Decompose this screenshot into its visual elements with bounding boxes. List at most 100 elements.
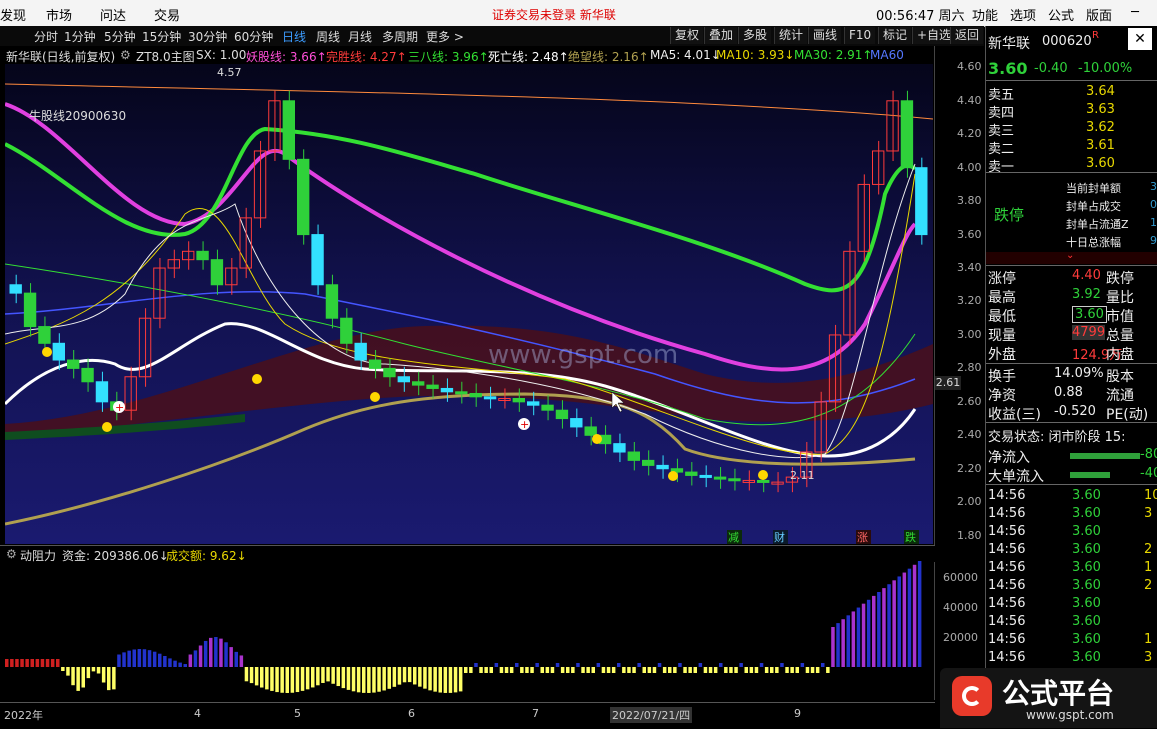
tick-price: 3.60 <box>1072 632 1101 647</box>
seal-value: 1 <box>1150 216 1157 229</box>
period-tab-5m[interactable]: 5分钟 <box>104 28 136 45</box>
menu-item-options[interactable]: 选项 <box>1010 5 1036 24</box>
overlay-button[interactable]: 叠加 <box>704 27 738 44</box>
momentum-bar <box>260 667 264 688</box>
x-label-highlight: 2022/07/21/四 <box>610 707 693 723</box>
period-tab-more[interactable]: 更多 > <box>426 28 464 45</box>
period-tab-1m[interactable]: 1分钟 <box>64 28 96 45</box>
signal-dot <box>758 470 768 480</box>
menu-item-layout[interactable]: 版面 <box>1086 5 1112 24</box>
period-tab-multi[interactable]: 多周期 <box>382 28 418 45</box>
menu-bar: 发现 市场 问达 交易 证券交易未登录 新华联 00:56:47 周六 功能 选… <box>0 0 1157 27</box>
tick-time: 14:56 <box>988 614 1026 629</box>
y-tick-label: 3.00 <box>957 327 982 341</box>
menu-item-wenda[interactable]: 问达 <box>100 5 126 24</box>
candle <box>426 384 439 389</box>
tick-price: 3.60 <box>1072 650 1101 665</box>
momentum-subchart[interactable] <box>5 561 933 701</box>
menu-item-market[interactable]: 市场 <box>46 5 72 24</box>
ask-price: 3.64 <box>1086 84 1115 99</box>
period-tab-fenshi[interactable]: 分时 <box>34 28 58 45</box>
plus-marker-icon[interactable]: + <box>518 418 530 431</box>
menu-item-function[interactable]: 功能 <box>972 5 998 24</box>
momentum-bar <box>397 667 402 685</box>
y-tick-label: 3.80 <box>957 194 982 208</box>
period-tab-week[interactable]: 周线 <box>316 28 340 45</box>
period-tab-60m[interactable]: 60分钟 <box>234 28 273 45</box>
f10-button[interactable]: F10 <box>844 27 876 44</box>
draw-line-button[interactable]: 画线 <box>808 27 842 44</box>
momentum-bar <box>270 667 274 691</box>
close-icon[interactable]: ✕ <box>1128 28 1152 50</box>
momentum-bar <box>209 637 213 667</box>
period-tab-day[interactable]: 日线 <box>282 28 306 45</box>
plus-marker-icon[interactable]: + <box>113 401 125 414</box>
mark-button[interactable]: 标记 <box>878 27 912 44</box>
momentum-bar <box>316 667 320 686</box>
fuquan-button[interactable]: 复权 <box>670 27 704 44</box>
candlestick-chart[interactable]: 牛股线20900630 4.57 2.11 + + 减 财 涨 跌 <box>5 64 933 544</box>
marker-die[interactable]: 跌 <box>905 530 916 544</box>
candle <box>67 359 80 369</box>
chart-title: 新华联(日线,前复权) <box>6 50 116 64</box>
seal-value: 38 <box>1150 180 1157 193</box>
momentum-bar <box>285 667 289 693</box>
indicator-wansheng: 完胜线: 4.27↑ <box>326 50 407 64</box>
candle <box>297 158 310 236</box>
logo-url: www.gspt.com <box>1026 708 1114 722</box>
tick-price: 3.60 <box>1072 506 1101 521</box>
candle <box>527 401 540 406</box>
momentum-bar <box>484 667 488 673</box>
candle <box>483 396 497 400</box>
momentum-bar <box>637 663 641 667</box>
momentum-bar <box>846 615 850 667</box>
period-tab-month[interactable]: 月线 <box>348 28 372 45</box>
multi-stock-button[interactable]: 多股 <box>738 27 772 44</box>
momentum-bar <box>586 667 590 673</box>
period-tab-30m[interactable]: 30分钟 <box>188 28 227 45</box>
seal-value: 9. <box>1150 234 1157 247</box>
sub-gear-icon[interactable]: ⚙ <box>6 547 17 561</box>
momentum-bar <box>341 667 346 689</box>
indicator-sanba: 三八线: 3.96↑ <box>408 50 489 64</box>
y-tick-label: 1.80 <box>957 528 982 542</box>
main-formula-name[interactable]: ZT8.0主图 <box>136 48 195 65</box>
tick-price: 3.60 <box>1072 614 1101 629</box>
indicator-siwang: 死亡线: 2.48↑ <box>488 50 569 64</box>
y-tick-label: 4.20 <box>957 127 982 141</box>
tick-time: 14:56 <box>988 578 1026 593</box>
tick-price: 3.60 <box>1072 560 1101 575</box>
menu-item-formula[interactable]: 公式 <box>1048 5 1074 24</box>
momentum-bar <box>183 664 187 667</box>
momentum-bar <box>596 663 601 667</box>
y-tick-label: 2.60 <box>957 394 982 408</box>
marker-jian[interactable]: 减 <box>728 531 739 544</box>
collapse-handle[interactable]: ⌄ <box>986 250 1157 264</box>
momentum-bar <box>535 663 539 667</box>
period-tab-15m[interactable]: 15分钟 <box>142 28 181 45</box>
momentum-bar <box>45 659 50 667</box>
marker-zhang[interactable]: 涨 <box>857 531 868 544</box>
candle <box>584 426 597 436</box>
tick-time: 14:56 <box>988 560 1026 575</box>
settings-gear-icon[interactable]: ⚙ <box>120 48 131 62</box>
flow-label: 净流入 <box>988 450 1030 466</box>
add-watchlist-button[interactable]: +自选 <box>912 27 956 44</box>
momentum-bar <box>453 667 458 693</box>
marker-cai[interactable]: 财 <box>774 530 785 544</box>
logo-mark-icon <box>952 676 992 716</box>
momentum-bar <box>81 667 85 688</box>
candle <box>757 479 770 483</box>
momentum-bar <box>530 667 534 673</box>
minimize-icon[interactable]: ─ <box>1124 3 1146 23</box>
stats-button[interactable]: 统计 <box>774 27 808 44</box>
momentum-bar <box>775 667 779 673</box>
momentum-bar <box>856 607 861 667</box>
momentum-bar <box>591 667 595 673</box>
momentum-bar <box>122 652 126 667</box>
menu-item-trade[interactable]: 交易 <box>154 5 180 24</box>
tick-volume: 10 <box>1144 488 1157 503</box>
back-button[interactable]: 返回 <box>950 27 984 44</box>
momentum-bar <box>91 667 96 672</box>
menu-item-discover[interactable]: 发现 <box>0 5 26 24</box>
